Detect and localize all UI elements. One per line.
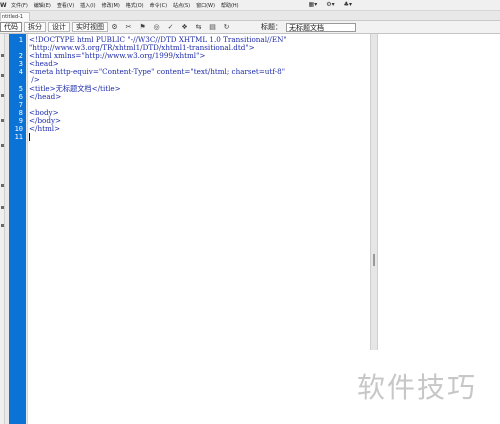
line-number: 4 bbox=[18, 68, 23, 77]
menu-help[interactable]: 帮助(H) bbox=[221, 2, 239, 9]
menu-right-icons: ▦▾ ⚙▾ ♣▾ bbox=[309, 1, 352, 8]
refresh-icon[interactable]: ↻ bbox=[222, 23, 231, 32]
line-number: 11 bbox=[14, 133, 23, 142]
text-cursor bbox=[29, 133, 30, 142]
line-number: 10 bbox=[14, 125, 23, 134]
line-number: 8 bbox=[18, 108, 23, 117]
line-number: 6 bbox=[18, 92, 23, 101]
app-logo: W bbox=[0, 1, 7, 9]
browser-preview-icon[interactable]: ⚑ bbox=[138, 23, 147, 32]
live-view-button[interactable]: 实时视图 bbox=[72, 22, 108, 32]
menu-edit[interactable]: 编辑(E) bbox=[34, 2, 51, 9]
validate-icon[interactable]: ✓ bbox=[166, 23, 175, 32]
dock-tool-icon[interactable] bbox=[1, 184, 4, 187]
line-numbers: 1 2 3 4 5 6 7 8 9 10 11 bbox=[9, 36, 26, 141]
code-editor[interactable]: <!DOCTYPE html PUBLIC "-//W3C//DTD XHTML… bbox=[29, 35, 369, 142]
line-number: 2 bbox=[18, 52, 23, 61]
visual-aids-icon[interactable]: ❖ bbox=[180, 23, 189, 32]
line-number bbox=[9, 76, 26, 84]
splitter-grip-icon[interactable] bbox=[373, 254, 375, 266]
dock-tool-icon[interactable] bbox=[1, 74, 4, 77]
menu-file[interactable]: 文件(F) bbox=[11, 2, 28, 9]
dock-tool-icon[interactable] bbox=[1, 54, 4, 57]
menu-site[interactable]: 站点(S) bbox=[173, 2, 190, 9]
dock-tool-icon[interactable] bbox=[1, 144, 4, 147]
code-line: <meta http-equiv="Content-Type" content=… bbox=[29, 67, 286, 77]
multiscreen-icon[interactable]: ⚙ bbox=[110, 23, 119, 32]
right-pane bbox=[378, 34, 500, 350]
title-label: 标题： bbox=[261, 23, 282, 31]
line-number bbox=[9, 44, 26, 52]
pane-splitter[interactable] bbox=[370, 34, 378, 350]
menu-window[interactable]: 窗口(W) bbox=[196, 2, 215, 9]
code-line: </body> bbox=[29, 115, 62, 125]
line-number: 9 bbox=[18, 116, 23, 125]
menu-modify[interactable]: 修改(M) bbox=[102, 2, 120, 9]
menu-commands[interactable]: 命令(C) bbox=[150, 2, 167, 9]
extensions-icon[interactable]: ♣▾ bbox=[344, 1, 352, 8]
line-number: 5 bbox=[18, 84, 23, 93]
gear-icon[interactable]: ⚙▾ bbox=[326, 1, 334, 8]
line-number: 1 bbox=[18, 36, 23, 44]
file-transfer-icon[interactable]: ⇆ bbox=[194, 23, 203, 32]
watermark-text: 软件技巧 bbox=[357, 371, 478, 404]
target-icon[interactable]: ◎ bbox=[152, 23, 161, 32]
code-line: <body> bbox=[29, 107, 59, 117]
split-view-button[interactable]: 拆分 bbox=[24, 22, 46, 32]
design-view-button[interactable]: 设计 bbox=[48, 22, 70, 32]
code-line: </head> bbox=[29, 91, 62, 101]
code-line: </html> bbox=[29, 124, 61, 134]
dock-tool-icon[interactable] bbox=[1, 119, 4, 122]
menu-bar: W 文件(F) 编辑(E) 查看(V) 插入(I) 修改(M) 格式(O) 命令… bbox=[0, 0, 500, 11]
document-toolbar: 代码 拆分 设计 实时视图 ⚙ ✂ ⚑ ◎ ✓ ❖ ⇆ ▤ ↻ 标题： 无标题文… bbox=[0, 21, 500, 34]
dock-tool-icon[interactable] bbox=[1, 94, 4, 97]
dock-tool-icon[interactable] bbox=[1, 224, 4, 227]
code-line: <html xmlns="http://www.w3.org/1999/xhtm… bbox=[29, 51, 206, 61]
code-line: <title>无标题文档</title> bbox=[29, 83, 121, 93]
code-line-cursor bbox=[29, 133, 369, 142]
inspect-icon[interactable]: ✂ bbox=[124, 23, 133, 32]
line-number: 7 bbox=[18, 100, 23, 109]
menu-insert[interactable]: 插入(I) bbox=[80, 2, 95, 9]
layout-icon[interactable]: ▦▾ bbox=[309, 1, 318, 8]
document-tab-row: ntitled-1 bbox=[0, 11, 500, 21]
title-input[interactable]: 无标题文档 bbox=[286, 22, 356, 32]
document-tab[interactable]: ntitled-1 bbox=[0, 12, 31, 21]
code-view-button[interactable]: 代码 bbox=[0, 22, 22, 32]
dock-tool-icon[interactable] bbox=[1, 206, 4, 209]
menu-view[interactable]: 查看(V) bbox=[57, 2, 74, 9]
menu-format[interactable]: 格式(O) bbox=[126, 2, 144, 9]
view-options-icon[interactable]: ▤ bbox=[208, 23, 217, 32]
line-number: 3 bbox=[18, 60, 23, 69]
